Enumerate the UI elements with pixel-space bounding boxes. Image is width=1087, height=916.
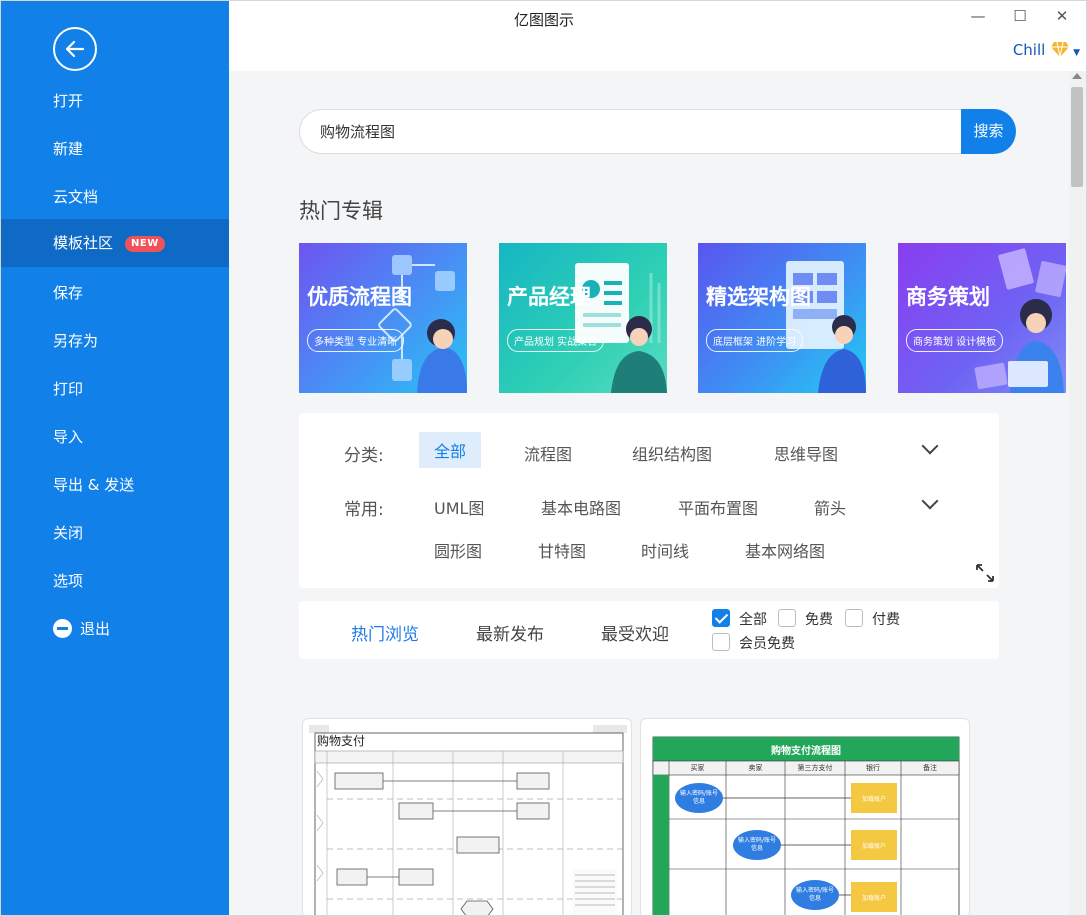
banner-illustration (575, 263, 667, 393)
sidebar-item-new[interactable]: 新建 (1, 125, 229, 173)
maximize-button[interactable]: ☐ (1009, 7, 1031, 27)
sidebar: 打开 新建 云文档 模板社区 NEW 保存 另存为 打印 导入 导出 & 发送 关… (1, 1, 229, 915)
banner-title: 优质流程图 (307, 285, 412, 309)
sidebar-item-exit[interactable]: 退出 (1, 605, 229, 653)
category-flowchart[interactable]: 流程图 (524, 441, 572, 465)
sidebar-item-close[interactable]: 关闭 (1, 509, 229, 557)
column-header: 备注 (923, 764, 937, 772)
checkbox-all-label: 全部 (739, 612, 767, 628)
column-header: 银行 (866, 764, 880, 772)
sidebar-item-save-as[interactable]: 另存为 (1, 317, 229, 365)
common-circle[interactable]: 圆形图 (434, 538, 482, 562)
app-window: 打开 新建 云文档 模板社区 NEW 保存 另存为 打印 导入 导出 & 发送 关… (0, 0, 1087, 916)
node-label: 输入密码/账号信息 (795, 887, 835, 902)
exit-icon (53, 619, 72, 638)
minimize-button[interactable]: — (967, 7, 989, 27)
box-label: 加载账户 (861, 895, 886, 902)
user-name: Chill (1012, 41, 1046, 59)
checkbox-all[interactable] (712, 609, 730, 627)
category-all[interactable]: 全部 (419, 432, 482, 468)
chevron-down-icon[interactable] (921, 492, 939, 510)
tab-latest[interactable]: 最新发布 (476, 620, 544, 645)
tab-hot[interactable]: 热门浏览 (351, 620, 419, 645)
main-content: 搜索 热门专辑 优质流程图 多种类型 专业清晰 (229, 71, 1069, 915)
sidebar-item-template-community[interactable]: 模板社区 NEW (1, 219, 229, 267)
back-button[interactable] (53, 27, 97, 71)
column-header: 第三方支付 (797, 764, 833, 772)
banner-illustration (378, 255, 467, 393)
banner-subtitle: 产品规划 实战集合 (507, 329, 605, 352)
search-button[interactable]: 搜索 (961, 109, 1016, 154)
sidebar-item-cloud-docs[interactable]: 云文档 (1, 173, 229, 221)
checkbox-free[interactable] (778, 609, 796, 627)
expand-icon[interactable] (975, 563, 995, 583)
checkbox-paid-label: 付费 (872, 612, 900, 628)
banner-title: 精选架构图 (706, 285, 811, 309)
common-timeline[interactable]: 时间线 (641, 538, 689, 562)
node-label: 输入密码/账号信息 (679, 790, 719, 805)
common-label: 常用: (344, 500, 384, 520)
sidebar-item-import[interactable]: 导入 (1, 413, 229, 461)
common-arrow[interactable]: 箭头 (814, 495, 846, 519)
banner-title: 商务策划 (906, 285, 990, 309)
hot-albums-title: 热门专辑 (299, 199, 383, 223)
category-mind-map[interactable]: 思维导图 (774, 441, 838, 465)
banner-flowchart[interactable]: 优质流程图 多种类型 专业清晰 (299, 243, 467, 393)
banner-architecture[interactable]: 精选架构图 底层框架 进阶学习 (698, 243, 866, 393)
checkbox-member-free-label: 会员免费 (739, 636, 795, 652)
node-label: 输入密码/账号信息 (737, 837, 777, 852)
chevron-down-icon[interactable] (921, 437, 939, 455)
sidebar-item-options[interactable]: 选项 (1, 557, 229, 605)
window-title: 亿图图示 (513, 11, 574, 29)
vertical-scrollbar[interactable] (1069, 71, 1086, 915)
close-button[interactable]: ✕ (1051, 7, 1073, 27)
sidebar-item-open[interactable]: 打开 (1, 77, 229, 125)
template-card[interactable]: 购物支付流程图 买家 卖家 第三方支付 银行 备注 输入密码/账号信息 输入密码… (640, 718, 970, 915)
banner-illustration (786, 261, 866, 393)
banner-subtitle: 商务策划 设计模板 (906, 329, 1004, 352)
checkbox-paid[interactable] (845, 609, 863, 627)
common-floor-plan[interactable]: 平面布置图 (678, 495, 758, 519)
new-badge: NEW (125, 236, 165, 252)
vip-gem-icon (1051, 41, 1070, 58)
sidebar-item-save[interactable]: 保存 (1, 269, 229, 317)
sort-panel: 热门浏览 最新发布 最受欢迎 全部 免费 付费 会员免费 (299, 601, 999, 659)
banner-product-manager[interactable]: 产品经理 产品规划 实战集合 (499, 243, 667, 393)
checkbox-free-label: 免费 (805, 612, 833, 628)
category-label: 分类: (344, 446, 384, 466)
column-header: 卖家 (748, 764, 763, 772)
banner-illustration (974, 248, 1066, 393)
sidebar-item-export-send[interactable]: 导出 & 发送 (1, 461, 229, 509)
banner-title: 产品经理 (507, 285, 591, 309)
common-gantt[interactable]: 甘特图 (538, 538, 586, 562)
banner-business[interactable]: 商务策划 商务策划 设计模板 (898, 243, 1066, 393)
sidebar-item-print[interactable]: 打印 (1, 365, 229, 413)
card-title: 购物支付 (317, 734, 366, 748)
box-label: 加载账户 (861, 843, 886, 850)
common-uml[interactable]: UML图 (434, 495, 484, 519)
scroll-thumb[interactable] (1071, 87, 1083, 187)
template-card[interactable]: 购物支付 (302, 718, 632, 915)
search-input[interactable] (299, 109, 961, 154)
filter-panel: 分类: 全部 流程图 组织结构图 思维导图 常用: UML图 基本电路图 平面布… (299, 413, 999, 588)
checkbox-member-free[interactable] (712, 633, 730, 651)
user-menu[interactable]: Chill ▼ (1013, 41, 1080, 59)
common-circuit[interactable]: 基本电路图 (541, 495, 621, 519)
category-org-chart[interactable]: 组织结构图 (632, 441, 712, 465)
banner-subtitle: 底层框架 进阶学习 (706, 329, 804, 352)
banner-subtitle: 多种类型 专业清晰 (307, 329, 405, 352)
common-network[interactable]: 基本网络图 (745, 538, 825, 562)
column-header: 买家 (690, 764, 705, 772)
box-label: 加载账户 (861, 796, 886, 803)
arrow-left-icon (65, 40, 85, 58)
scroll-up-arrow-icon[interactable] (1072, 73, 1082, 79)
caret-down-icon: ▼ (1073, 48, 1080, 58)
tab-popular[interactable]: 最受欢迎 (601, 620, 669, 645)
card-title: 购物支付流程图 (771, 746, 841, 757)
